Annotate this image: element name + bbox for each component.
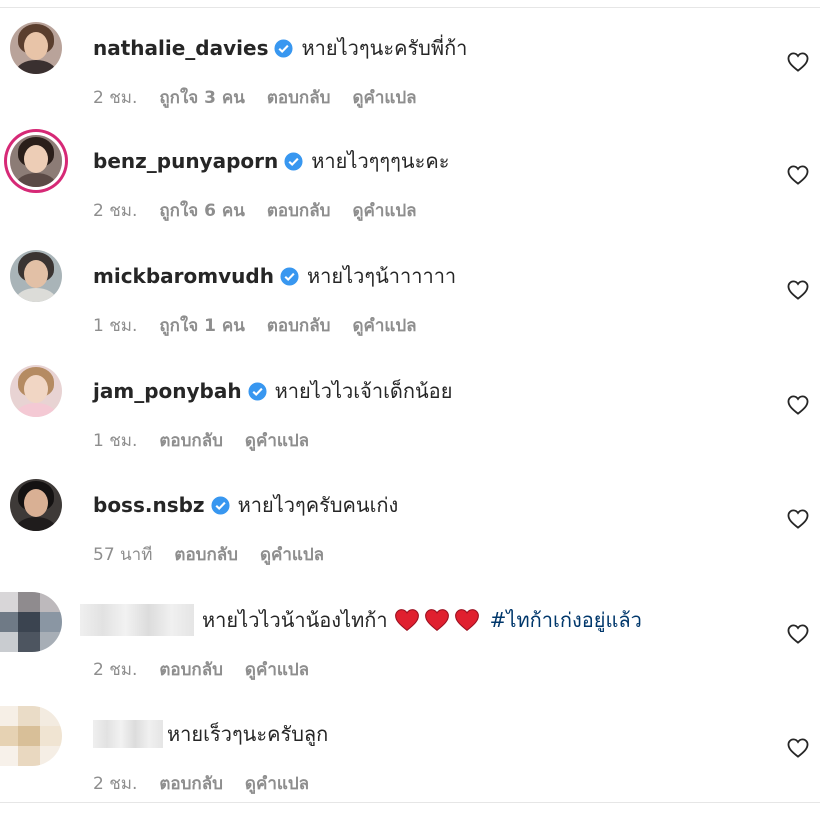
avatar-blurred[interactable] xyxy=(0,592,62,652)
avatar[interactable] xyxy=(10,22,62,74)
red-heart-emoji xyxy=(394,609,419,631)
avatar[interactable] xyxy=(10,135,62,187)
comment-item: benz_punyaporn หายไวๆๆๆนะคะ 2 ชม. ถูกใจ … xyxy=(0,135,820,245)
comment-text: หายไวๆๆๆนะคะ xyxy=(311,149,450,173)
comment-text: หายไวๆครับคนเก่ง xyxy=(237,493,399,517)
reply-button[interactable]: ตอบกลับ xyxy=(159,770,223,797)
comment-text: หายไวๆน้าาาาาา xyxy=(306,264,457,288)
avatar[interactable] xyxy=(10,365,62,417)
likes-count-link[interactable]: ถูกใจ 1 คน xyxy=(159,312,245,339)
see-translation-button[interactable]: ดูคำแปล xyxy=(352,312,416,339)
see-translation-button[interactable]: ดูคำแปล xyxy=(352,197,416,224)
verified-badge-icon xyxy=(280,266,299,286)
reply-button[interactable]: ตอบกลับ xyxy=(159,427,223,454)
heart-emojis xyxy=(390,608,480,632)
verified-badge-icon xyxy=(274,38,294,58)
likes-count-link[interactable]: ถูกใจ 6 คน xyxy=(159,197,245,224)
hashtag-link[interactable]: #ไทก้าเก่งอยู่แล้ว xyxy=(490,604,642,636)
comment-text: หายเร็วๆนะครับลูก xyxy=(167,722,329,746)
red-heart-emoji xyxy=(424,609,449,631)
username-link[interactable]: mickbaromvudh xyxy=(93,264,274,288)
reply-button[interactable]: ตอบกลับ xyxy=(267,84,331,111)
comment-time: 1 ชม. xyxy=(93,316,138,336)
verified-badge-icon xyxy=(248,381,267,401)
comment-time: 2 ชม. xyxy=(93,774,138,794)
reply-button[interactable]: ตอบกลับ xyxy=(267,197,331,224)
see-translation-button[interactable]: ดูคำแปล xyxy=(245,427,309,454)
heart-outline-icon[interactable] xyxy=(787,165,809,185)
reply-button[interactable]: ตอบกลับ xyxy=(267,312,331,339)
reply-button[interactable]: ตอบกลับ xyxy=(159,656,223,683)
username-link[interactable]: benz_punyaporn xyxy=(93,149,278,173)
heart-outline-icon[interactable] xyxy=(787,280,809,300)
username-link[interactable]: jam_ponybah xyxy=(93,379,242,403)
comment-text: หายไวไวเจ้าเด็กน้อย xyxy=(274,379,453,403)
bottom-divider xyxy=(0,802,820,803)
heart-outline-icon[interactable] xyxy=(787,509,809,529)
heart-outline-icon[interactable] xyxy=(787,624,809,644)
see-translation-button[interactable]: ดูคำแปล xyxy=(352,84,416,111)
see-translation-button[interactable]: ดูคำแปล xyxy=(260,541,324,568)
comment-item: jam_ponybah หายไวไวเจ้าเด็กน้อย 1 ชม. ตอ… xyxy=(0,365,820,475)
heart-outline-icon[interactable] xyxy=(787,395,809,415)
username-blurred[interactable] xyxy=(80,604,194,636)
comment-item: mickbaromvudh หายไวๆน้าาาาาา 1 ชม. ถูกใจ… xyxy=(0,250,820,360)
comment-time: 2 ชม. xyxy=(93,201,138,221)
red-heart-emoji xyxy=(454,609,479,631)
likes-count-link[interactable]: ถูกใจ 3 คน xyxy=(159,84,245,111)
comment-item: nathalie_davies หายไวๆนะครับพี่ก้า 2 ชม.… xyxy=(0,22,820,132)
comment-text: หายไวไวน้าน้องไทก้า xyxy=(202,608,388,632)
top-divider xyxy=(0,7,820,8)
comment-item: boss.nsbz หายไวๆครับคนเก่ง 57 นาที ตอบกล… xyxy=(0,479,820,589)
heart-outline-icon[interactable] xyxy=(787,738,809,758)
comment-time: 2 ชม. xyxy=(93,88,138,108)
avatar[interactable] xyxy=(10,479,62,531)
heart-outline-icon[interactable] xyxy=(787,52,809,72)
comment-time: 2 ชม. xyxy=(93,660,138,680)
username-link[interactable]: nathalie_davies xyxy=(93,36,268,60)
reply-button[interactable]: ตอบกลับ xyxy=(174,541,238,568)
see-translation-button[interactable]: ดูคำแปล xyxy=(245,770,309,797)
comment-text: หายไวๆนะครับพี่ก้า xyxy=(301,36,468,60)
verified-badge-icon xyxy=(211,495,230,515)
comment-time: 1 ชม. xyxy=(93,431,138,451)
comment-time: 57 นาที xyxy=(93,545,153,565)
avatar[interactable] xyxy=(10,250,62,302)
avatar-blurred[interactable] xyxy=(0,706,62,766)
see-translation-button[interactable]: ดูคำแปล xyxy=(245,656,309,683)
username-link[interactable]: boss.nsbz xyxy=(93,493,205,517)
username-blurred[interactable] xyxy=(93,720,163,748)
verified-badge-icon xyxy=(284,151,303,171)
comment-item: หายไวไวน้าน้องไทก้า #ไทก้าเก่งอยู่แล้ว 2… xyxy=(0,592,820,704)
